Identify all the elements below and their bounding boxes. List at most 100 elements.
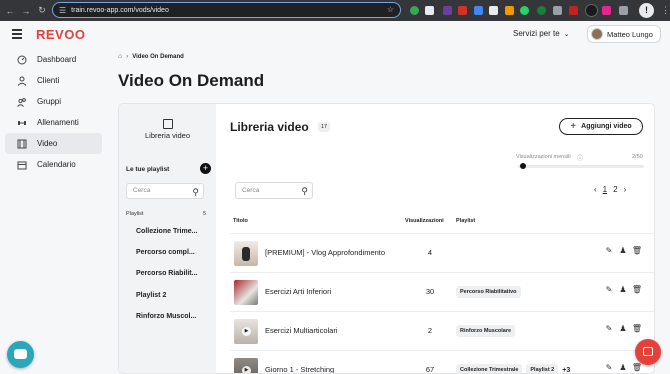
- table-row[interactable]: Esercizi Arti Inferiori 30 Percorso Riab…: [230, 272, 654, 311]
- playlist-tag: Collezione Trimestrale: [456, 364, 523, 373]
- add-video-button[interactable]: + Aggiungi video: [559, 118, 643, 135]
- hamburger-menu-icon[interactable]: [12, 29, 22, 41]
- user-name: Matteo Lungo: [607, 29, 653, 39]
- services-dropdown[interactable]: Servizi per te ⌄: [513, 29, 570, 38]
- search-icon[interactable]: ⚲: [192, 185, 199, 199]
- table-row[interactable]: ▶ Esercizi Multiarticolari 2 Rinforzo Mu…: [230, 311, 654, 350]
- page-link-2[interactable]: 2: [613, 185, 617, 194]
- video-thumbnail[interactable]: [234, 241, 258, 266]
- video-views: 30: [425, 287, 435, 296]
- playlist-item[interactable]: Playlist 2: [136, 292, 166, 299]
- playlist-item[interactable]: Rinforzo Muscol...: [136, 313, 196, 320]
- extension-icon[interactable]: [489, 6, 498, 15]
- extension-icon[interactable]: [425, 6, 434, 15]
- video-thumbnail[interactable]: ▶: [234, 319, 258, 344]
- extension-icon[interactable]: [410, 6, 419, 15]
- plus-icon: +: [570, 121, 577, 132]
- feedback-button[interactable]: [635, 339, 661, 365]
- playlist-item[interactable]: Percorso Riabilit...: [136, 270, 197, 277]
- playlist-item[interactable]: Percorso compl...: [136, 249, 195, 256]
- sidebar-item-calendario[interactable]: Calendario: [5, 154, 102, 175]
- forward-icon[interactable]: →: [20, 6, 32, 16]
- extension-icon[interactable]: [520, 6, 529, 15]
- column-header-views[interactable]: Visualizzazioni: [405, 218, 444, 224]
- url-text: train.revoo-app.com/vods/video: [71, 6, 169, 14]
- address-bar[interactable]: ☰ train.revoo-app.com/vods/video ☆: [52, 2, 401, 18]
- chevron-left-icon[interactable]: ‹: [594, 185, 597, 194]
- person-icon[interactable]: ♟: [616, 324, 630, 333]
- sidebar-item-gruppi[interactable]: Gruppi: [5, 91, 102, 112]
- extension-icon[interactable]: [602, 6, 611, 15]
- person-icon: [17, 76, 27, 86]
- services-label: Servizi per te: [513, 29, 560, 38]
- playlist-label: Playlist: [126, 211, 144, 217]
- extension-icon[interactable]: [474, 6, 483, 15]
- app-logo[interactable]: REVOO: [36, 27, 85, 42]
- breadcrumb: ⌂ › Video On Demand: [118, 53, 184, 60]
- playlist-tags: Collezione Trimestrale Playlist 2 +3: [456, 364, 570, 373]
- playlist-search-input[interactable]: Cerca ⚲: [126, 183, 204, 199]
- bookmark-star-icon[interactable]: ☆: [387, 5, 394, 14]
- page-title: Video On Demand: [118, 71, 265, 90]
- video-title[interactable]: Esercizi Arti Inferiori: [265, 287, 331, 296]
- play-icon: ▶: [242, 327, 251, 336]
- puzzle-icon[interactable]: [619, 6, 628, 15]
- tab-label: Libreria video: [144, 131, 191, 140]
- page-link-1[interactable]: 1: [603, 185, 607, 194]
- video-thumbnail[interactable]: [234, 280, 258, 305]
- extension-icon[interactable]: [458, 6, 467, 15]
- video-title[interactable]: Giorno 1 - Stretching: [265, 365, 334, 373]
- chevron-down-icon: ⌄: [563, 31, 570, 38]
- table-row[interactable]: ▶ Giorno 1 - Stretching 67 Collezione Tr…: [230, 350, 654, 374]
- sidebar-item-clienti[interactable]: Clienti: [5, 70, 102, 91]
- video-views: 67: [425, 365, 435, 374]
- add-playlist-button[interactable]: +: [200, 163, 211, 174]
- column-header-title[interactable]: Titolo: [233, 218, 248, 224]
- person-icon[interactable]: ♟: [616, 246, 630, 255]
- playlist-tag: Percorso Riabilitativo: [456, 286, 521, 298]
- extension-icon[interactable]: [553, 6, 562, 15]
- person-icon[interactable]: ♟: [616, 363, 630, 372]
- site-settings-icon[interactable]: ☰: [59, 6, 66, 15]
- tab-libreria-video[interactable]: Libreria video: [119, 104, 216, 150]
- row-actions: ✎ ♟ 🗑: [602, 285, 644, 294]
- sidebar-item-dashboard[interactable]: Dashboard: [5, 49, 102, 70]
- trash-icon[interactable]: 🗑: [630, 285, 644, 294]
- video-title[interactable]: [PREMIUM] - Vlog Approfondimento: [265, 248, 385, 257]
- person-icon[interactable]: ♟: [616, 285, 630, 294]
- edit-icon[interactable]: ✎: [602, 285, 616, 294]
- trash-icon[interactable]: 🗑: [630, 363, 644, 372]
- trash-icon[interactable]: 🗑: [630, 324, 644, 333]
- chat-support-button[interactable]: [7, 341, 34, 368]
- extension-icon[interactable]: [505, 6, 514, 15]
- video-title[interactable]: Esercizi Multiarticolari: [265, 326, 338, 335]
- reload-icon[interactable]: ↻: [36, 5, 48, 16]
- video-count-badge: 17: [318, 122, 331, 132]
- more-tags-count[interactable]: +3: [562, 364, 570, 373]
- video-search-input[interactable]: Cerca ⚲: [235, 182, 313, 199]
- playlist-item[interactable]: Collezione Trime...: [136, 228, 197, 235]
- trash-icon[interactable]: 🗑: [630, 246, 644, 255]
- breadcrumb-current: Video On Demand: [132, 53, 184, 60]
- back-icon[interactable]: ←: [4, 6, 16, 16]
- sidebar-item-label: Video: [37, 139, 58, 148]
- chevron-right-icon[interactable]: ›: [624, 185, 627, 194]
- table-row[interactable]: [PREMIUM] - Vlog Approfondimento 4 ✎ ♟ 🗑: [230, 233, 654, 272]
- edit-icon[interactable]: ✎: [602, 363, 616, 372]
- sidebar-item-allenamenti[interactable]: Allenamenti: [5, 112, 102, 133]
- kebab-menu-icon[interactable]: ⋮: [661, 5, 670, 16]
- home-icon[interactable]: ⌂: [118, 53, 122, 60]
- search-icon[interactable]: ⚲: [301, 184, 308, 199]
- update-badge[interactable]: !: [639, 3, 654, 18]
- browser-profile-avatar[interactable]: [585, 4, 598, 17]
- column-header-playlist: Playlist: [456, 218, 476, 224]
- extension-icon[interactable]: [443, 6, 452, 15]
- extension-icon[interactable]: [537, 6, 546, 15]
- sidebar-item-video[interactable]: Video: [5, 133, 102, 154]
- info-icon[interactable]: ⓘ: [577, 153, 583, 162]
- edit-icon[interactable]: ✎: [602, 246, 616, 255]
- video-thumbnail[interactable]: ▶: [234, 358, 258, 373]
- extension-icon[interactable]: [569, 6, 578, 15]
- user-menu[interactable]: Matteo Lungo: [587, 25, 661, 43]
- edit-icon[interactable]: ✎: [602, 324, 616, 333]
